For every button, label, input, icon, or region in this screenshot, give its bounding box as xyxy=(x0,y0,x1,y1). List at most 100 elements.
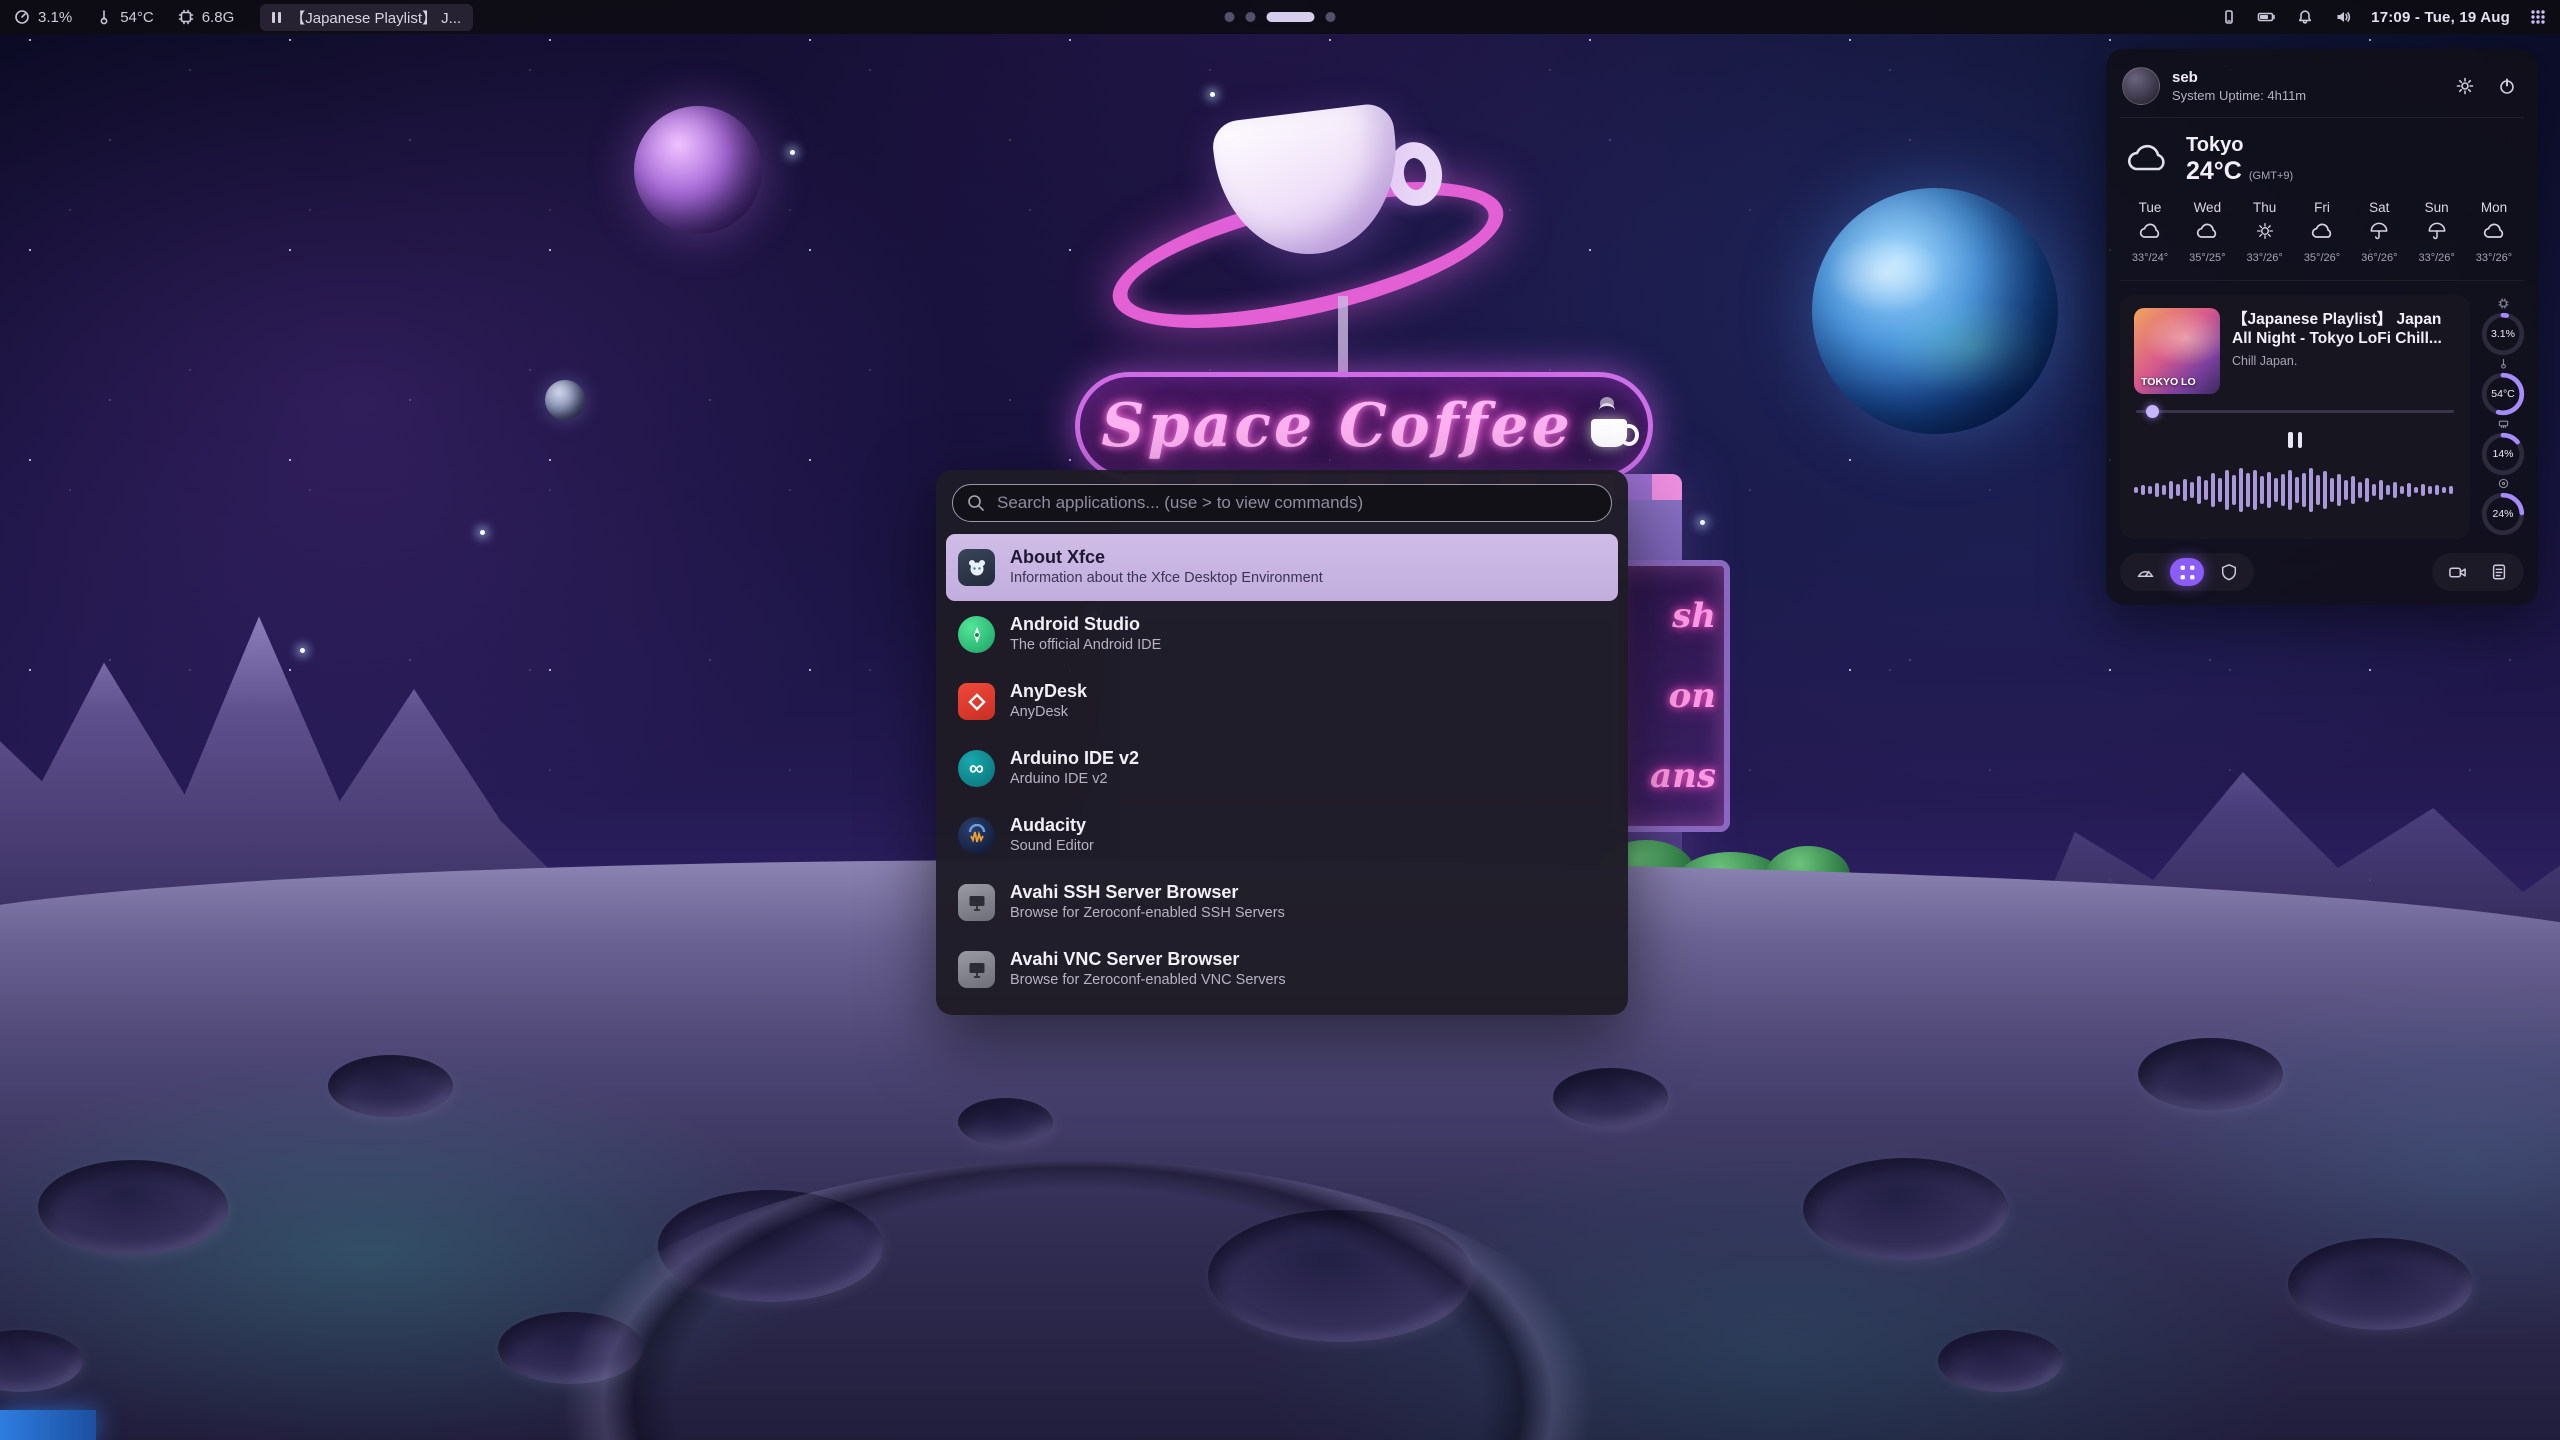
rain-umbrella-icon xyxy=(2426,222,2448,245)
power-button[interactable] xyxy=(2492,71,2522,101)
app-launcher: About Xfce Information about the Xfce De… xyxy=(936,470,1628,1015)
track-title: 【Japanese Playlist】 Japan All Night - To… xyxy=(2232,310,2456,349)
crater xyxy=(1938,1330,2063,1392)
media-section: TOKYO LO 【Japanese Playlist】 Japan All N… xyxy=(2120,295,2524,539)
app-desc: Sound Editor xyxy=(1010,839,1094,855)
workspace-dot-2[interactable] xyxy=(1246,12,1256,22)
search-icon xyxy=(966,493,986,518)
app-row-about-xfce[interactable]: About Xfce Information about the Xfce De… xyxy=(946,534,1618,601)
app-desc: Arduino IDE v2 xyxy=(1010,772,1139,788)
app-row-avahi-vnc[interactable]: Avahi VNC Server Browser Browse for Zero… xyxy=(946,936,1618,1003)
forecast-row: Tue 33°/24° Wed 35°/25° Thu 33°/26° Fri … xyxy=(2120,192,2524,281)
memory-value: 6.8G xyxy=(202,9,235,26)
app-row-avahi-ssh[interactable]: Avahi SSH Server Browser Browse for Zero… xyxy=(946,869,1618,936)
action-group-right xyxy=(2432,553,2524,591)
app-name: Arduino IDE v2 xyxy=(1010,749,1139,769)
disk-gauge: 24% xyxy=(2480,477,2526,537)
crater xyxy=(328,1055,453,1117)
system-gauges: 3.1% 54°C xyxy=(2480,295,2526,539)
username: seb xyxy=(2172,69,2306,86)
panel-actions xyxy=(2120,553,2524,591)
purple-planet xyxy=(634,106,762,234)
app-desc: Browse for Zeroconf-enabled SSH Servers xyxy=(1010,906,1285,922)
dashboard-button[interactable] xyxy=(2128,558,2162,586)
app-row-android-studio[interactable]: Android Studio The official Android IDE xyxy=(946,601,1618,668)
memory-chip-icon xyxy=(176,7,196,27)
memory-metric: 6.8G xyxy=(176,7,235,27)
forecast-day: Mon 33°/26° xyxy=(2466,200,2522,264)
apps-button[interactable] xyxy=(2170,558,2204,586)
system-metrics: 3.1% 54°C 6.8G xyxy=(12,7,234,27)
memory-gauge: 14% xyxy=(2480,417,2526,477)
app-name: Avahi SSH Server Browser xyxy=(1010,883,1285,903)
crater xyxy=(38,1160,228,1255)
now-playing-pill[interactable]: 【Japanese Playlist】 J... xyxy=(260,4,473,31)
app-row-audacity[interactable]: Audacity Sound Editor xyxy=(946,802,1618,869)
clock[interactable]: 17:09 - Tue, 19 Aug xyxy=(2371,9,2510,26)
settings-button[interactable] xyxy=(2450,71,2480,101)
disk-icon xyxy=(2498,477,2509,490)
neon-mug-icon xyxy=(1591,419,1627,447)
pause-button[interactable] xyxy=(2278,426,2312,454)
gauge-value: 14% xyxy=(2480,431,2526,477)
search-input[interactable] xyxy=(952,484,1612,522)
cloud-icon xyxy=(2482,222,2506,245)
cloud-icon xyxy=(2138,222,2162,245)
app-row-arduino[interactable]: ∞ Arduino IDE v2 Arduino IDE v2 xyxy=(946,735,1618,802)
app-list: About Xfce Information about the Xfce De… xyxy=(936,534,1628,1007)
small-moon xyxy=(545,380,585,420)
forecast-day: Sun 33°/26° xyxy=(2409,200,2465,264)
app-desc: Information about the Xfce Desktop Envir… xyxy=(1010,571,1323,587)
notes-button[interactable] xyxy=(2482,558,2516,586)
xfce-icon xyxy=(958,549,995,586)
app-name: Audacity xyxy=(1010,816,1094,836)
gauge-value: 3.1% xyxy=(2480,311,2526,357)
forecast-day: Thu 33°/26° xyxy=(2237,200,2293,264)
album-art-label: TOKYO LO xyxy=(2141,376,2196,388)
temperature-gauge: 54°C xyxy=(2480,357,2526,417)
corner-glow xyxy=(0,1410,96,1440)
rain-umbrella-icon xyxy=(2368,222,2390,245)
forecast-day: Sat 36°/26° xyxy=(2351,200,2407,264)
android-studio-icon xyxy=(958,616,995,653)
window-neon-text: ans xyxy=(1650,756,1716,796)
avatar[interactable] xyxy=(2122,67,2160,105)
workspace-indicator xyxy=(1225,12,1336,22)
app-grid-icon[interactable] xyxy=(2528,7,2548,27)
cpu-metric: 3.1% xyxy=(12,7,72,27)
desktop: Space Coffee sh on ans xyxy=(0,0,2560,1440)
track-artist: Chill Japan. xyxy=(2232,354,2456,368)
weather-timezone: (GMT+9) xyxy=(2249,170,2293,182)
progress-thumb[interactable] xyxy=(2146,405,2159,418)
battery-icon[interactable] xyxy=(2257,7,2277,27)
cpu-value: 3.1% xyxy=(38,9,72,26)
phone-icon[interactable] xyxy=(2219,7,2239,27)
top-bar: 3.1% 54°C 6.8G 【Japanese Playlist】 J... xyxy=(0,0,2560,34)
cpu-gauge-icon xyxy=(12,7,32,27)
crater xyxy=(1803,1158,2008,1260)
shield-button[interactable] xyxy=(2212,558,2246,586)
gauge-value: 24% xyxy=(2480,491,2526,537)
video-button[interactable] xyxy=(2440,558,2474,586)
app-desc: Browse for Zeroconf-enabled VNC Servers xyxy=(1010,973,1286,989)
weather-city: Tokyo xyxy=(2186,134,2293,157)
star-glint xyxy=(1210,92,1215,97)
progress-slider[interactable] xyxy=(2136,404,2454,418)
sign-text: Space Coffee xyxy=(1101,391,1573,461)
media-player-card: TOKYO LO 【Japanese Playlist】 Japan All N… xyxy=(2120,295,2470,539)
window-neon-text: sh xyxy=(1672,596,1716,636)
workspace-dot-3-active[interactable] xyxy=(1267,12,1315,22)
cpu-gauge: 3.1% xyxy=(2480,297,2526,357)
app-row-anydesk[interactable]: AnyDesk AnyDesk xyxy=(946,668,1618,735)
window-neon-text: on xyxy=(1669,676,1716,716)
notification-bell-icon[interactable] xyxy=(2295,7,2315,27)
temp-metric: 54°C xyxy=(94,7,154,27)
thermometer-icon xyxy=(94,7,114,27)
volume-icon[interactable] xyxy=(2333,7,2353,27)
crater xyxy=(2288,1238,2473,1330)
waveform xyxy=(2134,462,2456,518)
star-glint xyxy=(790,150,795,155)
workspace-dot-1[interactable] xyxy=(1225,12,1235,22)
app-desc: AnyDesk xyxy=(1010,705,1087,721)
workspace-dot-4[interactable] xyxy=(1326,12,1336,22)
